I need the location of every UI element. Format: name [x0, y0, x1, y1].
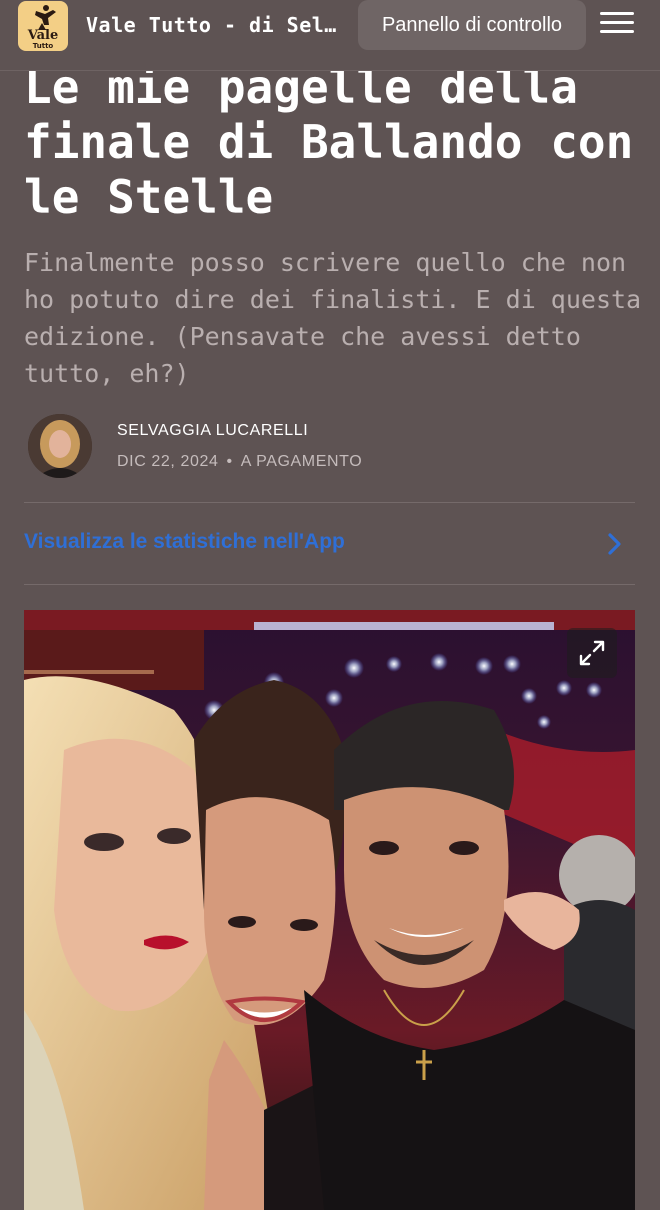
top-bar: Vale Tutto Vale Tutto - di Sel… Pannello…: [0, 0, 660, 71]
logo-dancer-icon: Vale Tutto: [27, 5, 59, 50]
logo-text-bottom: Tutto: [33, 42, 54, 50]
post-subtitle: Finalmente posso scrivere quello che non…: [24, 248, 642, 388]
logo-text-top: Vale: [27, 28, 59, 43]
author-name[interactable]: SELVAGGIA LUCARELLI: [117, 422, 308, 440]
site-title[interactable]: Vale Tutto - di Sel…: [86, 13, 337, 37]
author-avatar[interactable]: [28, 414, 92, 478]
post-meta: DIC 22, 2024 • A PAGAMENTO: [117, 453, 362, 471]
meta-separator: •: [226, 453, 233, 470]
stats-link[interactable]: Visualizza le statistiche nell'App: [24, 530, 345, 554]
access-label: A PAGAMENTO: [240, 453, 363, 470]
post-photo[interactable]: ndo lle: [24, 610, 635, 1210]
chevron-right-icon[interactable]: [604, 532, 624, 556]
divider: [24, 584, 635, 585]
divider: [24, 502, 635, 503]
site-logo[interactable]: Vale Tutto: [18, 1, 68, 51]
post-date: DIC 22, 2024: [117, 453, 219, 470]
hamburger-icon[interactable]: [600, 12, 634, 40]
dashboard-button[interactable]: Pannello di controllo: [358, 0, 586, 50]
expand-icon[interactable]: [567, 628, 617, 678]
post-title: Le mie pagelle della finale di Ballando …: [24, 60, 634, 224]
